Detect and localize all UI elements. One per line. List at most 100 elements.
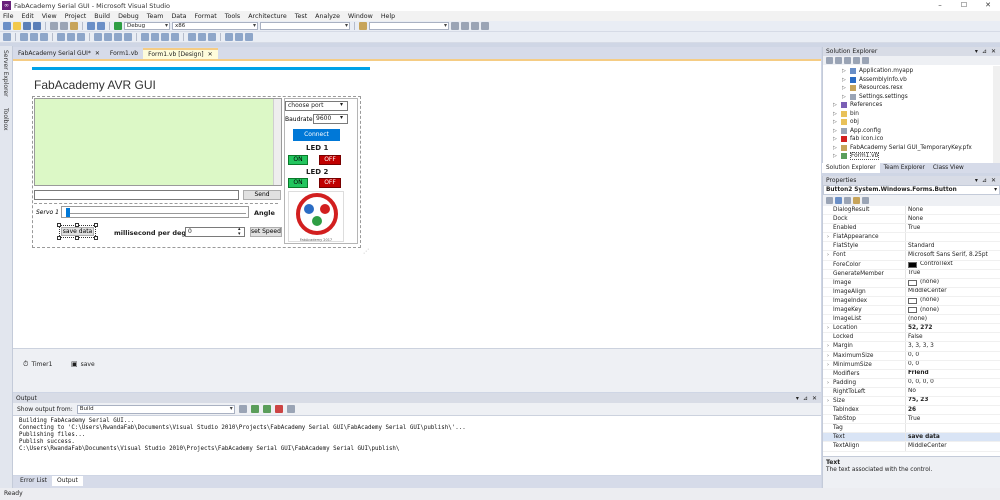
bring-to-front-icon[interactable] bbox=[225, 33, 233, 41]
menu-test[interactable]: Test bbox=[295, 13, 307, 20]
property-value[interactable]: MiddleCenter bbox=[905, 442, 1000, 451]
tree-item[interactable]: ▷ Resources.resx bbox=[823, 84, 1000, 93]
tab-output[interactable]: Output bbox=[52, 476, 83, 486]
tree-scrollbar[interactable] bbox=[993, 66, 1000, 163]
increase-spacing-icon[interactable] bbox=[151, 33, 159, 41]
property-value[interactable]: True bbox=[905, 224, 1000, 233]
next-message-icon[interactable] bbox=[262, 405, 271, 413]
expand-arrow-icon[interactable]: ▷ bbox=[833, 110, 837, 119]
tab-order-icon[interactable] bbox=[245, 33, 253, 41]
property-value[interactable]: (none) bbox=[905, 315, 1000, 324]
property-row[interactable]: › FlatAppearance bbox=[823, 233, 1000, 243]
timer1-component[interactable]: ⏱ Timer1 bbox=[23, 360, 52, 369]
word-wrap-icon[interactable] bbox=[286, 405, 295, 413]
expand-arrow-icon[interactable]: ▷ bbox=[842, 67, 846, 76]
platform-combo[interactable]: x86 bbox=[172, 22, 258, 30]
properties-icon[interactable] bbox=[461, 22, 469, 30]
tree-item[interactable]: ▷ fab icon.ico bbox=[823, 135, 1000, 144]
same-height-icon[interactable] bbox=[104, 33, 112, 41]
property-value[interactable] bbox=[905, 424, 1000, 433]
same-size-icon[interactable] bbox=[114, 33, 122, 41]
property-value[interactable]: 75, 23 bbox=[905, 396, 1000, 406]
menu-tools[interactable]: Tools bbox=[225, 13, 241, 20]
menu-debug[interactable]: Debug bbox=[118, 13, 139, 20]
property-pages-icon[interactable] bbox=[862, 197, 869, 204]
menu-build[interactable]: Build bbox=[94, 13, 110, 20]
property-value[interactable]: No bbox=[905, 387, 1000, 396]
property-row[interactable]: › Size 75, 23 bbox=[823, 396, 1000, 407]
connect-button[interactable]: Connect bbox=[293, 129, 340, 141]
save-all-icon[interactable] bbox=[33, 22, 41, 30]
menu-view[interactable]: View bbox=[42, 13, 57, 20]
same-width-icon[interactable] bbox=[94, 33, 102, 41]
property-value[interactable]: save data bbox=[905, 433, 1000, 442]
toolbox-icon[interactable] bbox=[481, 22, 489, 30]
solution-explorer-icon[interactable] bbox=[451, 22, 459, 30]
align-top-icon[interactable] bbox=[57, 33, 65, 41]
property-row[interactable]: Locked False bbox=[823, 333, 1000, 343]
property-value[interactable]: 3, 3, 3, 3 bbox=[905, 342, 1000, 351]
tab-class-view[interactable]: Class View bbox=[929, 163, 968, 173]
pin-icon[interactable]: ⊿ bbox=[803, 395, 808, 402]
alphabetical-icon[interactable] bbox=[835, 197, 842, 204]
expand-arrow-icon[interactable]: ▷ bbox=[833, 127, 837, 136]
redo-icon[interactable] bbox=[97, 22, 105, 30]
find-in-files-icon[interactable] bbox=[359, 22, 367, 30]
close-icon[interactable]: ✕ bbox=[991, 176, 996, 185]
tree-item[interactable]: ▷ AssemblyInfo.vb bbox=[823, 76, 1000, 85]
categorized-icon[interactable] bbox=[826, 197, 833, 204]
expand-arrow-icon[interactable]: ▷ bbox=[842, 93, 846, 102]
property-row[interactable]: Text save data bbox=[823, 433, 1000, 443]
align-left-icon[interactable] bbox=[20, 33, 28, 41]
save-icon[interactable] bbox=[23, 22, 31, 30]
expand-arrow-icon[interactable]: › bbox=[823, 361, 833, 369]
new-project-icon[interactable] bbox=[3, 22, 11, 30]
tab-error-list[interactable]: Error List bbox=[15, 476, 52, 486]
send-button[interactable]: Send bbox=[243, 190, 281, 200]
stepper-arrows-icon[interactable]: ▴ ▾ bbox=[238, 227, 241, 237]
property-value[interactable]: None bbox=[905, 215, 1000, 224]
resize-handle[interactable] bbox=[75, 236, 79, 240]
led1-off-button[interactable]: OFF bbox=[319, 155, 341, 165]
servo-trackbar[interactable] bbox=[61, 206, 249, 218]
tree-item[interactable]: ▷ Form1.vb bbox=[823, 152, 1000, 161]
tree-item[interactable]: ▷ obj bbox=[823, 118, 1000, 127]
expand-arrow-icon[interactable]: ▷ bbox=[833, 118, 837, 127]
property-row[interactable]: › Padding 0, 0, 0, 0 bbox=[823, 378, 1000, 388]
property-value[interactable]: (none) bbox=[905, 296, 1000, 306]
menu-help[interactable]: Help bbox=[381, 13, 395, 20]
property-value[interactable]: (none) bbox=[905, 306, 1000, 315]
property-row[interactable]: FlatStyle Standard bbox=[823, 242, 1000, 252]
property-row[interactable]: ImageKey (none) bbox=[823, 306, 1000, 316]
tab-form1-design[interactable]: Form1.vb [Design] ✕ bbox=[143, 48, 218, 59]
menu-data[interactable]: Data bbox=[171, 13, 186, 20]
property-value[interactable]: 26 bbox=[905, 406, 1000, 415]
events-icon[interactable] bbox=[853, 197, 860, 204]
property-value[interactable]: Standard bbox=[905, 242, 1000, 251]
cut-icon[interactable] bbox=[50, 22, 58, 30]
expand-arrow-icon[interactable]: › bbox=[823, 251, 833, 259]
property-value[interactable] bbox=[905, 233, 1000, 242]
property-row[interactable]: ImageAlign MiddleCenter bbox=[823, 287, 1000, 297]
property-value[interactable]: True bbox=[905, 415, 1000, 424]
decrease-spacing-icon[interactable] bbox=[161, 33, 169, 41]
close-icon[interactable]: ✕ bbox=[812, 395, 817, 402]
center-horizontally-icon[interactable] bbox=[198, 33, 206, 41]
send-textbox[interactable] bbox=[34, 190, 239, 200]
expand-arrow-icon[interactable]: ▷ bbox=[833, 144, 837, 153]
show-all-files-icon[interactable] bbox=[835, 57, 842, 64]
led2-off-button[interactable]: OFF bbox=[319, 178, 341, 188]
tab-team-explorer[interactable]: Team Explorer bbox=[880, 163, 929, 173]
menu-file[interactable]: File bbox=[3, 13, 14, 20]
configuration-combo[interactable]: Debug bbox=[124, 22, 170, 30]
property-value[interactable]: False bbox=[905, 333, 1000, 342]
window-position-icon[interactable]: ▾ bbox=[796, 395, 799, 402]
expand-arrow-icon[interactable]: › bbox=[823, 379, 833, 387]
menu-analyze[interactable]: Analyze bbox=[315, 13, 340, 20]
horizontal-spacing-icon[interactable] bbox=[141, 33, 149, 41]
toolbox-tab[interactable]: Toolbox bbox=[2, 108, 9, 131]
property-row[interactable]: TabStop True bbox=[823, 415, 1000, 425]
trackbar-thumb[interactable] bbox=[66, 208, 70, 217]
tree-item[interactable]: ▷ Settings.settings bbox=[823, 93, 1000, 102]
property-row[interactable]: DialogResult None bbox=[823, 206, 1000, 216]
